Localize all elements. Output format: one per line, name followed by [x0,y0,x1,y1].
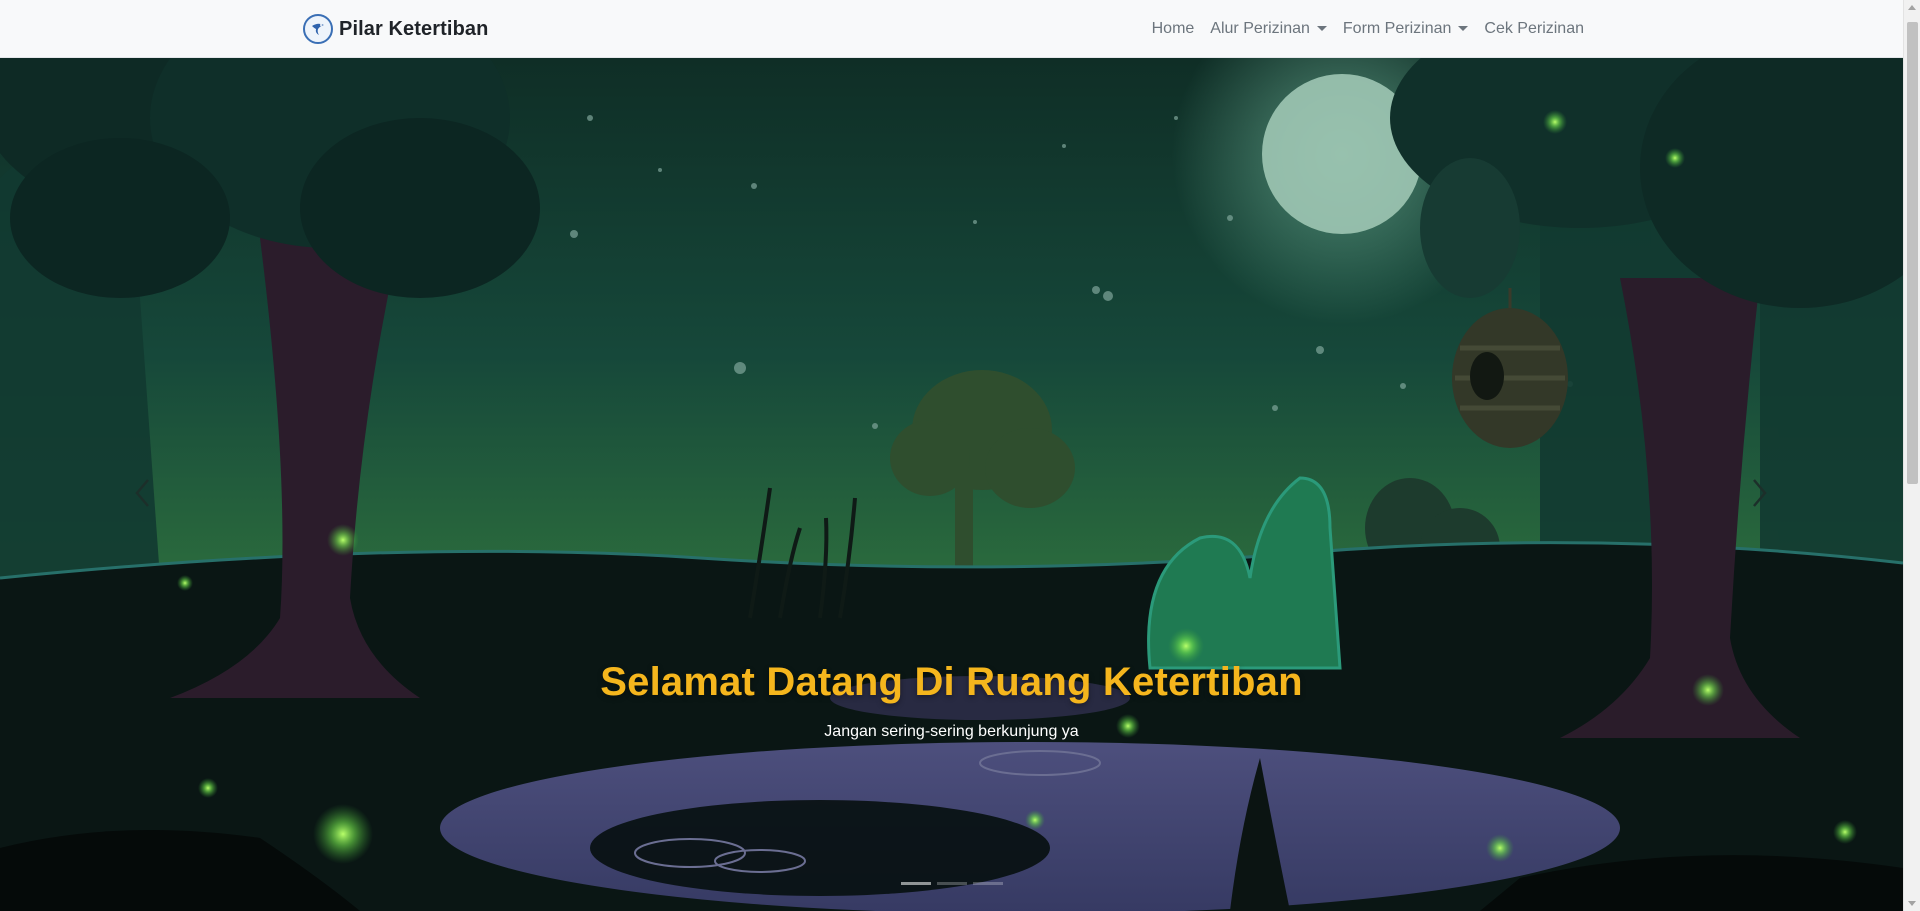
caret-down-icon [1458,25,1469,31]
navbar: Pilar Ketertiban Home Alur Perizinan For… [0,0,1903,58]
page-scrollbar[interactable] [1903,0,1920,911]
night-forest-illustration [0,58,1903,911]
hero-title: Selamat Datang Di Ruang Ketertiban [600,660,1303,704]
nav-menu: Home Alur Perizinan Form Perizinan Cek P… [1144,0,1592,58]
nav-home[interactable]: Home [1144,0,1203,58]
nav-home-label: Home [1151,20,1195,37]
brand-name: Pilar Ketertiban [339,17,489,40]
carousel-indicators [0,882,1903,885]
chevron-left-icon [135,479,149,507]
scroll-down-icon[interactable] [1908,901,1916,906]
caret-down-icon [1316,25,1327,31]
carousel-caption: Selamat Datang Di Ruang Ketertiban Janga… [0,660,1903,741]
carousel-indicator-2[interactable] [936,882,967,885]
nav-cek-perizinan[interactable]: Cek Perizinan [1476,0,1592,58]
brand-link[interactable]: Pilar Ketertiban [303,14,488,44]
hero-subtitle: Jangan sering-sering berkunjung ya [824,723,1079,740]
nav-alur-perizinan-dropdown[interactable]: Alur Perizinan [1202,0,1335,58]
nav-form-perizinan-dropdown[interactable]: Form Perizinan [1335,0,1476,58]
scroll-up-icon[interactable] [1908,5,1916,10]
carousel-indicator-3[interactable] [972,882,1003,885]
hero-carousel: Selamat Datang Di Ruang Ketertiban Janga… [0,58,1903,911]
bird-logo-icon [303,14,333,44]
nav-form-label: Form Perizinan [1342,20,1452,37]
nav-alur-label: Alur Perizinan [1210,20,1310,37]
nav-cek-label: Cek Perizinan [1484,20,1584,37]
chevron-right-icon [1753,479,1767,507]
carousel-next-button[interactable] [1730,458,1790,528]
carousel-indicator-1[interactable] [900,882,931,885]
scroll-thumb[interactable] [1907,22,1918,484]
carousel-prev-button[interactable] [112,458,172,528]
